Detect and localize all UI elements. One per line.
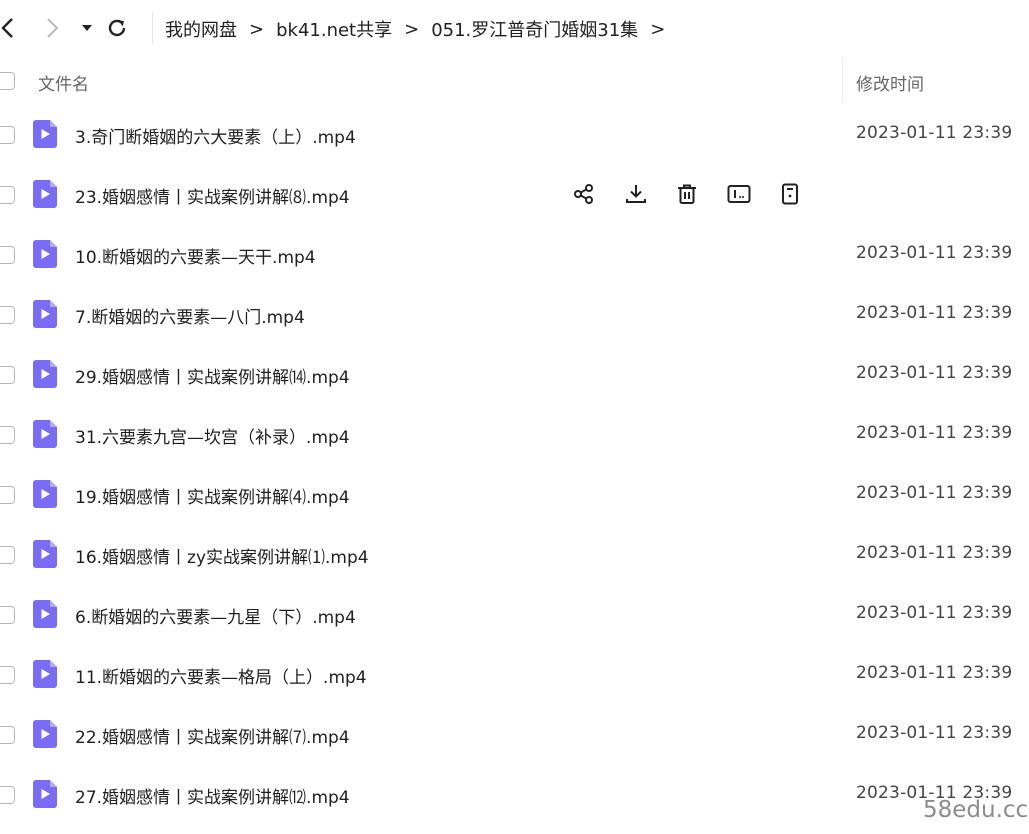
watermark: 58edu.cc [923, 797, 1029, 823]
file-modified-time: 2023-01-11 23:39 [856, 543, 1013, 563]
video-file-icon [33, 300, 57, 328]
file-name[interactable]: 22.婚姻感情丨实战案例讲解⑺.mp4 [75, 723, 350, 748]
video-file-icon [33, 540, 57, 568]
breadcrumb-item-share[interactable]: bk41.net共享 [276, 16, 392, 42]
file-row[interactable]: 3.奇门断婚姻的六大要素（上）.mp4 2023-01-11 23:39 [0, 104, 1029, 164]
video-file-icon [33, 420, 57, 448]
refresh-button[interactable] [103, 14, 131, 42]
breadcrumb-separator: > [249, 18, 265, 40]
navigation-bar: 我的网盘 > bk41.net共享 > 051.罗江普奇门婚姻31集 > [0, 0, 1029, 58]
row-checkbox[interactable] [0, 486, 15, 504]
file-name[interactable]: 7.断婚姻的六要素—八门.mp4 [75, 303, 305, 328]
breadcrumb-item-root[interactable]: 我的网盘 [165, 16, 237, 42]
file-modified-time: 2023-01-11 23:39 [856, 483, 1013, 503]
file-row[interactable]: 11.断婚姻的六要素—格局（上）.mp4 2023-01-11 23:39 [0, 644, 1029, 704]
share-button[interactable] [570, 180, 598, 208]
rename-button[interactable] [725, 180, 753, 208]
video-file-icon [33, 660, 57, 688]
file-list: 3.奇门断婚姻的六大要素（上）.mp4 2023-01-11 23:39 23.婚姻… [0, 104, 1029, 824]
file-row[interactable]: 27.婚姻感情丨实战案例讲解⑿.mp4 2023-01-11 23:39 [0, 764, 1029, 824]
file-modified-time: 2023-01-11 23:39 [856, 663, 1013, 683]
row-checkbox[interactable] [0, 186, 15, 204]
row-checkbox[interactable] [0, 606, 15, 624]
file-modified-time: 2023-01-11 23:39 [856, 123, 1013, 143]
file-name[interactable]: 6.断婚姻的六要素—九星（下）.mp4 [75, 603, 356, 628]
file-name[interactable]: 31.六要素九宫—坎宫（补录）.mp4 [75, 423, 350, 448]
delete-icon [678, 184, 696, 204]
row-checkbox[interactable] [0, 246, 15, 264]
file-modified-time: 2023-01-11 23:39 [856, 603, 1013, 623]
caret-down-icon [82, 25, 92, 31]
more-file-icon [782, 183, 798, 205]
file-list-header: 文件名 修改时间 [0, 58, 1029, 104]
download-button[interactable] [622, 180, 650, 208]
video-file-icon [33, 600, 57, 628]
file-row[interactable]: 31.六要素九宫—坎宫（补录）.mp4 2023-01-11 23:39 [0, 404, 1029, 464]
row-checkbox[interactable] [0, 426, 15, 444]
column-header-name[interactable]: 文件名 [38, 70, 89, 95]
back-button[interactable] [0, 14, 22, 42]
file-row[interactable]: 6.断婚姻的六要素—九星（下）.mp4 2023-01-11 23:39 [0, 584, 1029, 644]
row-hover-actions [570, 180, 828, 208]
row-checkbox[interactable] [0, 546, 15, 564]
breadcrumb: 我的网盘 > bk41.net共享 > 051.罗江普奇门婚姻31集 > [165, 14, 677, 44]
breadcrumb-separator: > [650, 18, 666, 40]
row-checkbox[interactable] [0, 726, 15, 744]
delete-button[interactable] [673, 180, 701, 208]
video-file-icon [33, 480, 57, 508]
history-dropdown-button[interactable] [73, 14, 101, 42]
column-header-modified[interactable]: 修改时间 [856, 70, 924, 95]
breadcrumb-separator: > [404, 18, 420, 40]
column-divider[interactable] [842, 58, 843, 102]
file-name[interactable]: 19.婚姻感情丨实战案例讲解⑷.mp4 [75, 483, 350, 508]
file-row[interactable]: 22.婚姻感情丨实战案例讲解⑺.mp4 2023-01-11 23:39 [0, 704, 1029, 764]
file-row[interactable]: 10.断婚姻的六要素—天干.mp4 2023-01-11 23:39 [0, 224, 1029, 284]
rename-icon [727, 185, 750, 203]
chevron-left-icon [1, 18, 13, 38]
file-name[interactable]: 3.奇门断婚姻的六大要素（上）.mp4 [75, 123, 356, 148]
forward-button[interactable] [38, 14, 66, 42]
file-row[interactable]: 29.婚姻感情丨实战案例讲解⒁.mp4 2023-01-11 23:39 [0, 344, 1029, 404]
file-name[interactable]: 27.婚姻感情丨实战案例讲解⑿.mp4 [75, 783, 350, 808]
file-name[interactable]: 16.婚姻感情丨zy实战案例讲解⑴.mp4 [75, 543, 369, 568]
file-modified-time: 2023-01-11 23:39 [856, 363, 1013, 383]
row-checkbox[interactable] [0, 786, 15, 804]
row-checkbox[interactable] [0, 666, 15, 684]
video-file-icon [33, 720, 57, 748]
file-modified-time: 2023-01-11 23:39 [856, 303, 1013, 323]
file-modified-time: 2023-01-11 23:39 [856, 723, 1013, 743]
video-file-icon [33, 180, 57, 208]
file-row[interactable]: 16.婚姻感情丨zy实战案例讲解⑴.mp4 2023-01-11 23:39 [0, 524, 1029, 584]
file-name[interactable]: 11.断婚姻的六要素—格局（上）.mp4 [75, 663, 367, 688]
video-file-icon [33, 120, 57, 148]
file-row[interactable]: 19.婚姻感情丨实战案例讲解⑷.mp4 2023-01-11 23:39 [0, 464, 1029, 524]
video-file-icon [33, 360, 57, 388]
row-checkbox[interactable] [0, 126, 15, 144]
file-row[interactable]: 23.婚姻感情丨实战案例讲解⑻.mp4 [0, 164, 1029, 224]
video-file-icon [33, 780, 57, 808]
share-icon [574, 184, 593, 204]
refresh-icon [108, 19, 126, 37]
breadcrumb-item-folder[interactable]: 051.罗江普奇门婚姻31集 [431, 16, 638, 42]
nav-divider [152, 12, 153, 44]
file-modified-time: 2023-01-11 23:39 [856, 243, 1013, 263]
video-file-icon [33, 240, 57, 268]
file-modified-time: 2023-01-11 23:39 [856, 423, 1013, 443]
download-icon [625, 185, 646, 203]
row-checkbox[interactable] [0, 366, 15, 384]
row-checkbox[interactable] [0, 306, 15, 324]
chevron-right-icon [47, 18, 59, 38]
file-name[interactable]: 10.断婚姻的六要素—天干.mp4 [75, 243, 316, 268]
file-name[interactable]: 23.婚姻感情丨实战案例讲解⑻.mp4 [75, 183, 350, 208]
file-row[interactable]: 7.断婚姻的六要素—八门.mp4 2023-01-11 23:39 [0, 284, 1029, 344]
select-all-checkbox[interactable] [0, 72, 15, 90]
more-file-button[interactable] [776, 180, 804, 208]
file-name[interactable]: 29.婚姻感情丨实战案例讲解⒁.mp4 [75, 363, 350, 388]
